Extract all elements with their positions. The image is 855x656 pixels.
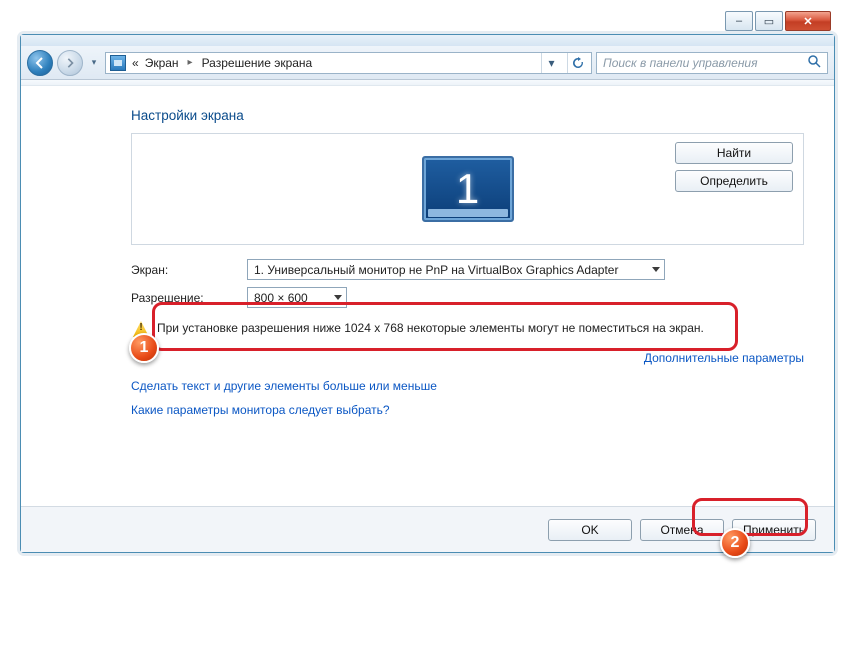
breadcrumb-screen[interactable]: Экран — [145, 56, 179, 70]
search-placeholder: Поиск в панели управления — [603, 56, 758, 70]
refresh-button[interactable] — [567, 53, 587, 73]
monitor-help-link[interactable]: Какие параметры монитора следует выбрать… — [131, 403, 804, 417]
resolution-select[interactable]: 800 × 600 — [247, 287, 347, 308]
chevron-right-icon: ▸ — [185, 57, 196, 68]
close-button[interactable]: ✕ — [785, 11, 831, 31]
search-icon[interactable] — [807, 54, 821, 71]
screen-label: Экран: — [131, 263, 239, 277]
resolution-label: Разрешение: — [131, 291, 239, 305]
advanced-settings-link[interactable]: Дополнительные параметры — [644, 351, 804, 365]
detect-button[interactable]: Определить — [675, 170, 793, 192]
warning-text: При установке разрешения ниже 1024 х 768… — [157, 320, 704, 336]
callout-badge-2: 2 — [720, 528, 750, 558]
control-panel-window: ▾ « Экран ▸ Разрешение экрана ▾ Поиск в … — [20, 34, 835, 553]
cancel-button[interactable]: Отмена — [640, 519, 724, 541]
display-preview-box: Найти Определить 1 — [131, 133, 804, 245]
breadcrumb-resolution[interactable]: Разрешение экрана — [202, 56, 313, 70]
nav-back-button[interactable] — [27, 50, 53, 76]
maximize-button[interactable]: ▭ — [755, 11, 783, 31]
screen-select[interactable]: 1. Универсальный монитор не PnP на Virtu… — [247, 259, 665, 280]
breadcrumb-prefix: « — [132, 56, 139, 70]
display-icon — [110, 55, 126, 71]
titlebar[interactable] — [21, 35, 834, 46]
minimize-button[interactable]: – — [725, 11, 753, 31]
search-box[interactable]: Поиск в панели управления — [596, 52, 828, 74]
monitor-thumbnail[interactable]: 1 — [422, 156, 514, 222]
ok-button[interactable]: OK — [548, 519, 632, 541]
screen-select-value: 1. Универсальный монитор не PnP на Virtu… — [254, 263, 618, 277]
resolution-warning: При установке разрешения ниже 1024 х 768… — [131, 316, 804, 341]
address-dropdown[interactable]: ▾ — [541, 53, 561, 73]
resolution-select-value: 800 × 600 — [254, 291, 308, 305]
address-bar[interactable]: « Экран ▸ Разрешение экрана ▾ — [105, 52, 592, 74]
navbar: ▾ « Экран ▸ Разрешение экрана ▾ Поиск в … — [21, 46, 834, 80]
dialog-footer: OK Отмена Применить — [21, 506, 834, 552]
main-content: Настройки экрана Найти Определить 1 Экра… — [21, 86, 834, 506]
text-size-link[interactable]: Сделать текст и другие элементы больше и… — [131, 379, 804, 393]
find-button[interactable]: Найти — [675, 142, 793, 164]
nav-forward-button[interactable] — [57, 50, 83, 76]
page-title: Настройки экрана — [131, 108, 804, 123]
callout-badge-1: 1 — [129, 333, 159, 363]
nav-history-dropdown[interactable]: ▾ — [87, 53, 101, 73]
monitor-number: 1 — [456, 165, 479, 213]
